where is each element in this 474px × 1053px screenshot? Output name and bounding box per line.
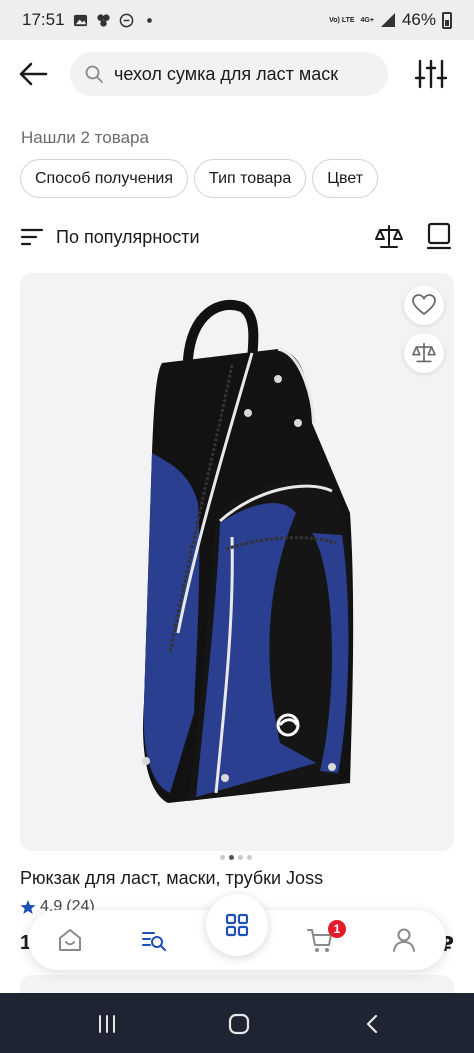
back-button-icon[interactable] [362,1013,384,1035]
notification-dot-icon [146,17,152,23]
do-not-disturb-icon [119,13,133,27]
compare-scales-icon [412,342,436,363]
catalog-search-icon[interactable] [140,926,168,954]
product-photo-backpack [142,299,354,803]
home-button-icon[interactable] [228,1013,250,1035]
view-mode-icon[interactable] [426,222,452,250]
network-type: 4G+ [360,16,374,24]
recent-apps-icon[interactable] [96,1013,118,1035]
bottom-navigation: 1 [28,894,446,970]
app-cluster-icon [96,13,110,27]
sort-button[interactable]: По популярности [56,227,200,248]
pagination-dot [247,855,252,860]
catalog-grid-button[interactable] [206,894,268,956]
gallery-icon [73,14,87,26]
cart-badge: 1 [328,920,346,938]
filter-chip-color[interactable]: Цвет [312,159,379,198]
signal-icon [380,13,395,27]
star-icon [20,900,36,914]
pagination-dot [220,855,225,860]
product-title[interactable]: Рюкзак для ласт, маски, трубки Joss [20,868,323,889]
favorite-button[interactable] [404,285,444,325]
results-count: Нашли 2 товара [21,128,149,147]
filter-chip-product-type[interactable]: Тип товара [194,159,307,198]
system-navigation-bar [0,993,474,1053]
back-arrow-icon[interactable] [16,60,52,88]
lte-indicator: Vo) LTE [329,16,355,24]
battery-icon [442,11,452,29]
filter-chip-delivery[interactable]: Способ получения [20,159,189,198]
search-input[interactable]: чехол сумка для ласт маск [70,52,388,96]
battery-percent: 46% [401,10,436,29]
filter-chips: Способ получения Тип товара Цвет [20,159,379,198]
product-card-image[interactable] [20,273,454,851]
pagination-dot-active [229,855,234,860]
status-time: 17:51 [22,10,65,29]
profile-icon[interactable] [390,926,418,954]
search-query: чехол сумка для ласт маск [114,63,339,84]
sort-icon[interactable] [20,227,44,247]
pagination-dot [238,855,243,860]
search-icon [85,65,103,83]
compare-scales-icon[interactable] [375,224,403,250]
grid-icon [225,913,249,937]
next-product-card [20,975,454,995]
heart-icon [412,294,436,316]
add-to-compare-button[interactable] [404,333,444,373]
filter-sliders-icon[interactable] [414,58,448,90]
search-header: чехол сумка для ласт маск [0,40,474,110]
status-bar: 17:51 Vo) LTE 4G+ 46% [0,0,474,40]
sort-row: По популярности [20,218,456,256]
image-pagination [220,855,252,860]
home-icon[interactable] [56,926,84,954]
